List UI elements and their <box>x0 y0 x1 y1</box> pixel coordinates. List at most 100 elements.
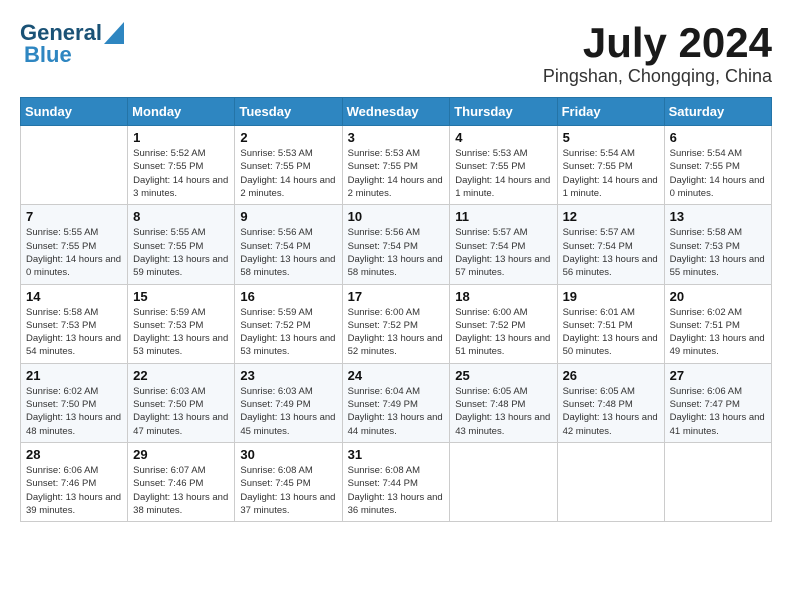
calendar-cell: 7 Sunrise: 5:55 AMSunset: 7:55 PMDaylight… <box>21 205 128 284</box>
day-number: 23 <box>240 368 336 383</box>
day-detail: Sunrise: 6:08 AMSunset: 7:44 PMDaylight:… <box>348 464 445 517</box>
calendar-cell: 5 Sunrise: 5:54 AMSunset: 7:55 PMDaylight… <box>557 126 664 205</box>
calendar-cell: 13Sunrise: 5:58 AMSunset: 7:53 PMDayligh… <box>664 205 771 284</box>
day-detail: Sunrise: 6:00 AMSunset: 7:52 PMDaylight:… <box>455 306 551 359</box>
location: Pingshan, Chongqing, China <box>543 66 772 87</box>
day-number: 16 <box>240 289 336 304</box>
day-number: 26 <box>563 368 659 383</box>
day-number: 24 <box>348 368 445 383</box>
day-detail: Sunrise: 5:53 AMSunset: 7:55 PMDaylight:… <box>455 147 551 200</box>
calendar-cell: 1Sunrise: 5:52 AMSunset: 7:55 PMDaylight… <box>128 126 235 205</box>
day-detail: Sunrise: 6:06 AMSunset: 7:47 PMDaylight:… <box>670 385 766 438</box>
calendar-cell: 31 Sunrise: 6:08 AMSunset: 7:44 PMDayligh… <box>342 442 450 521</box>
calendar-cell: 8 Sunrise: 5:55 AMSunset: 7:55 PMDaylight… <box>128 205 235 284</box>
day-number: 31 <box>348 447 445 462</box>
day-number: 6 <box>670 130 766 145</box>
calendar-cell: 16 Sunrise: 5:59 AMSunset: 7:52 PMDayligh… <box>235 284 342 363</box>
calendar-cell: 30 Sunrise: 6:08 AMSunset: 7:45 PMDayligh… <box>235 442 342 521</box>
col-tuesday: Tuesday <box>235 98 342 126</box>
calendar-cell: 3 Sunrise: 5:53 AMSunset: 7:55 PMDaylight… <box>342 126 450 205</box>
col-monday: Monday <box>128 98 235 126</box>
day-number: 2 <box>240 130 336 145</box>
day-detail: Sunrise: 6:01 AMSunset: 7:51 PMDaylight:… <box>563 306 659 359</box>
logo-blue: Blue <box>24 42 72 68</box>
page-header: General Blue July 2024 Pingshan, Chongqi… <box>20 20 772 87</box>
calendar-table: Sunday Monday Tuesday Wednesday Thursday… <box>20 97 772 522</box>
calendar-cell: 6 Sunrise: 5:54 AMSunset: 7:55 PMDaylight… <box>664 126 771 205</box>
day-number: 7 <box>26 209 122 224</box>
day-detail: Sunrise: 5:59 AMSunset: 7:52 PMDaylight:… <box>240 306 336 359</box>
day-number: 19 <box>563 289 659 304</box>
col-wednesday: Wednesday <box>342 98 450 126</box>
calendar-cell <box>21 126 128 205</box>
calendar-cell <box>557 442 664 521</box>
day-detail: Sunrise: 6:04 AMSunset: 7:49 PMDaylight:… <box>348 385 445 438</box>
day-number: 25 <box>455 368 551 383</box>
day-detail: Sunrise: 5:52 AMSunset: 7:55 PMDaylight:… <box>133 147 229 200</box>
day-detail: Sunrise: 5:54 AMSunset: 7:55 PMDaylight:… <box>563 147 659 200</box>
day-detail: Sunrise: 5:56 AMSunset: 7:54 PMDaylight:… <box>348 226 445 279</box>
month-title: July 2024 <box>543 20 772 66</box>
day-number: 5 <box>563 130 659 145</box>
calendar-cell: 12Sunrise: 5:57 AMSunset: 7:54 PMDayligh… <box>557 205 664 284</box>
day-number: 12 <box>563 209 659 224</box>
day-detail: Sunrise: 6:05 AMSunset: 7:48 PMDaylight:… <box>563 385 659 438</box>
calendar-cell: 24 Sunrise: 6:04 AMSunset: 7:49 PMDayligh… <box>342 363 450 442</box>
day-detail: Sunrise: 6:06 AMSunset: 7:46 PMDaylight:… <box>26 464 122 517</box>
calendar-cell: 26 Sunrise: 6:05 AMSunset: 7:48 PMDayligh… <box>557 363 664 442</box>
day-number: 17 <box>348 289 445 304</box>
calendar-header-row: Sunday Monday Tuesday Wednesday Thursday… <box>21 98 772 126</box>
calendar-week-row: 1Sunrise: 5:52 AMSunset: 7:55 PMDaylight… <box>21 126 772 205</box>
day-number: 30 <box>240 447 336 462</box>
day-detail: Sunrise: 5:57 AMSunset: 7:54 PMDaylight:… <box>455 226 551 279</box>
day-number: 28 <box>26 447 122 462</box>
calendar-cell: 28 Sunrise: 6:06 AMSunset: 7:46 PMDayligh… <box>21 442 128 521</box>
day-number: 10 <box>348 209 445 224</box>
day-number: 21 <box>26 368 122 383</box>
calendar-cell: 14Sunrise: 5:58 AMSunset: 7:53 PMDayligh… <box>21 284 128 363</box>
day-detail: Sunrise: 5:54 AMSunset: 7:55 PMDaylight:… <box>670 147 766 200</box>
calendar-cell: 19 Sunrise: 6:01 AMSunset: 7:51 PMDayligh… <box>557 284 664 363</box>
calendar-cell: 17Sunrise: 6:00 AMSunset: 7:52 PMDayligh… <box>342 284 450 363</box>
day-detail: Sunrise: 5:55 AMSunset: 7:55 PMDaylight:… <box>133 226 229 279</box>
calendar-cell: 2Sunrise: 5:53 AMSunset: 7:55 PMDaylight… <box>235 126 342 205</box>
calendar-cell <box>664 442 771 521</box>
day-detail: Sunrise: 5:55 AMSunset: 7:55 PMDaylight:… <box>26 226 122 279</box>
calendar-cell: 4 Sunrise: 5:53 AMSunset: 7:55 PMDaylight… <box>450 126 557 205</box>
calendar-week-row: 14Sunrise: 5:58 AMSunset: 7:53 PMDayligh… <box>21 284 772 363</box>
calendar-cell: 18 Sunrise: 6:00 AMSunset: 7:52 PMDayligh… <box>450 284 557 363</box>
day-detail: Sunrise: 6:02 AMSunset: 7:51 PMDaylight:… <box>670 306 766 359</box>
day-number: 4 <box>455 130 551 145</box>
calendar-cell: 10 Sunrise: 5:56 AMSunset: 7:54 PMDayligh… <box>342 205 450 284</box>
calendar-cell: 15 Sunrise: 5:59 AMSunset: 7:53 PMDayligh… <box>128 284 235 363</box>
day-detail: Sunrise: 6:03 AMSunset: 7:50 PMDaylight:… <box>133 385 229 438</box>
calendar-cell: 22 Sunrise: 6:03 AMSunset: 7:50 PMDayligh… <box>128 363 235 442</box>
day-detail: Sunrise: 6:07 AMSunset: 7:46 PMDaylight:… <box>133 464 229 517</box>
day-number: 20 <box>670 289 766 304</box>
day-number: 9 <box>240 209 336 224</box>
calendar-cell <box>450 442 557 521</box>
day-number: 15 <box>133 289 229 304</box>
day-number: 13 <box>670 209 766 224</box>
col-thursday: Thursday <box>450 98 557 126</box>
day-detail: Sunrise: 6:08 AMSunset: 7:45 PMDaylight:… <box>240 464 336 517</box>
col-friday: Friday <box>557 98 664 126</box>
day-number: 8 <box>133 209 229 224</box>
day-number: 18 <box>455 289 551 304</box>
day-number: 3 <box>348 130 445 145</box>
calendar-cell: 25Sunrise: 6:05 AMSunset: 7:48 PMDayligh… <box>450 363 557 442</box>
calendar-cell: 11Sunrise: 5:57 AMSunset: 7:54 PMDayligh… <box>450 205 557 284</box>
calendar-cell: 27 Sunrise: 6:06 AMSunset: 7:47 PMDayligh… <box>664 363 771 442</box>
title-area: July 2024 Pingshan, Chongqing, China <box>543 20 772 87</box>
day-detail: Sunrise: 5:53 AMSunset: 7:55 PMDaylight:… <box>348 147 445 200</box>
calendar-cell: 29Sunrise: 6:07 AMSunset: 7:46 PMDayligh… <box>128 442 235 521</box>
day-detail: Sunrise: 5:56 AMSunset: 7:54 PMDaylight:… <box>240 226 336 279</box>
day-detail: Sunrise: 5:59 AMSunset: 7:53 PMDaylight:… <box>133 306 229 359</box>
calendar-week-row: 28 Sunrise: 6:06 AMSunset: 7:46 PMDayligh… <box>21 442 772 521</box>
calendar-cell: 20 Sunrise: 6:02 AMSunset: 7:51 PMDayligh… <box>664 284 771 363</box>
day-number: 27 <box>670 368 766 383</box>
day-number: 22 <box>133 368 229 383</box>
calendar-week-row: 21Sunrise: 6:02 AMSunset: 7:50 PMDayligh… <box>21 363 772 442</box>
calendar-cell: 23Sunrise: 6:03 AMSunset: 7:49 PMDayligh… <box>235 363 342 442</box>
col-saturday: Saturday <box>664 98 771 126</box>
